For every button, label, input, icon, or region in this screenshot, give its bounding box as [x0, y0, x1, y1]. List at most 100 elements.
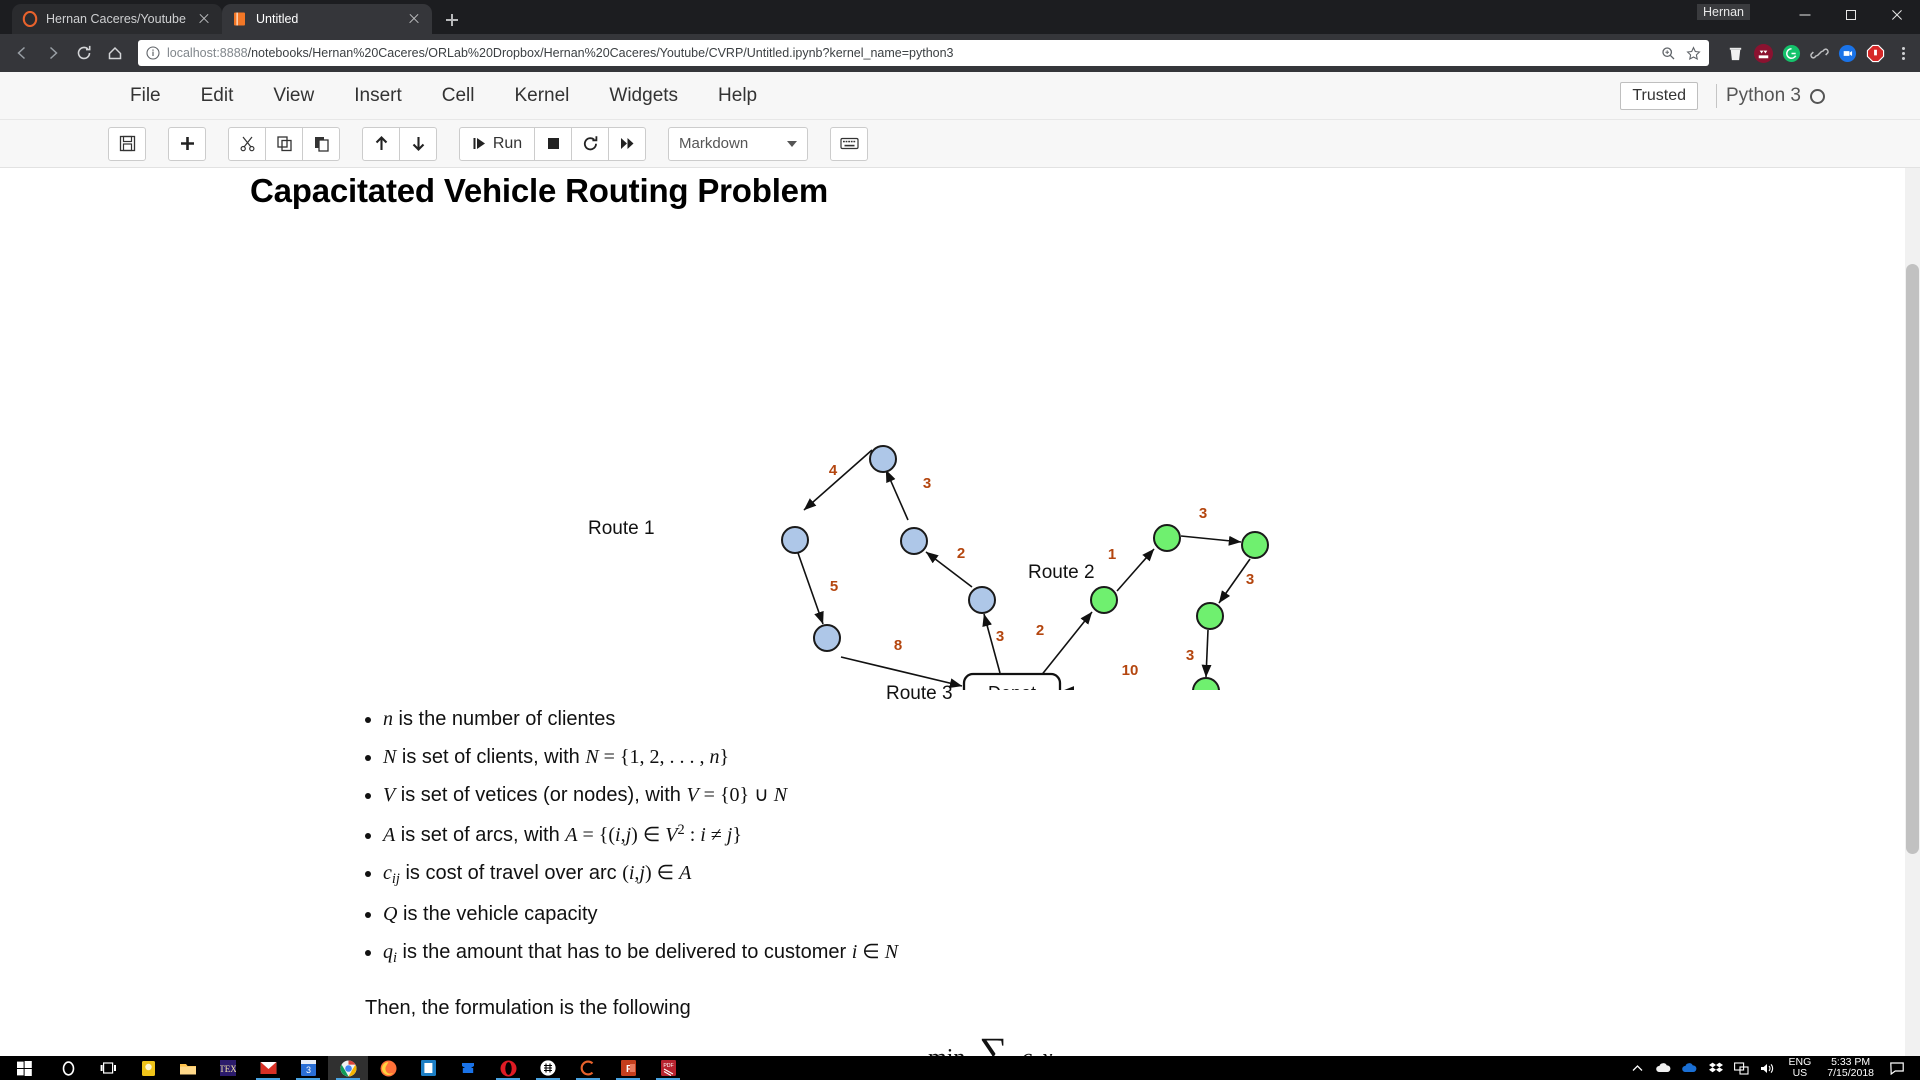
- menu-widgets[interactable]: Widgets: [589, 81, 698, 111]
- run-button[interactable]: Run: [459, 126, 535, 161]
- forward-button[interactable]: [39, 39, 67, 67]
- definitions-list: n is the number of clientes N is set of …: [100, 690, 1830, 966]
- minimize-button[interactable]: [1782, 0, 1828, 30]
- edge-label-b2-b5: 5: [830, 578, 838, 595]
- windows-start-icon[interactable]: [0, 1056, 48, 1080]
- node-b5: [813, 624, 841, 652]
- kernel-indicator[interactable]: Python 3: [1716, 84, 1825, 108]
- add-cell-button[interactable]: [168, 126, 206, 161]
- toolbar-group-insert: [168, 126, 206, 161]
- task-view-icon[interactable]: [88, 1056, 128, 1080]
- menu-help[interactable]: Help: [698, 81, 777, 111]
- toolbar-group-run: Run: [459, 126, 646, 161]
- clock-date: 7/15/2018: [1827, 1067, 1874, 1079]
- symbol-qi: qi: [383, 940, 397, 966]
- taskbar-app-chrome[interactable]: [328, 1056, 368, 1080]
- cortana-search-icon[interactable]: [48, 1056, 88, 1080]
- network-icon[interactable]: [1729, 1056, 1755, 1080]
- formula-operator: min: [928, 1045, 965, 1056]
- node-b2: [781, 526, 809, 554]
- taskbar-app-latex[interactable]: TEX: [208, 1056, 248, 1080]
- system-tray: ENG US 5:33 PM 7/15/2018: [1625, 1056, 1920, 1080]
- jupyter-notebook-page: File Edit View Insert Cell Kernel Widget…: [0, 72, 1920, 1056]
- onedrive-blue-icon[interactable]: [1677, 1056, 1703, 1080]
- definition-item-Q: Q is the vehicle capacity: [383, 903, 1830, 926]
- dropbox-tray-icon[interactable]: [1703, 1056, 1729, 1080]
- taskbar-app-opera[interactable]: [488, 1056, 528, 1080]
- restart-kernel-button[interactable]: [571, 126, 609, 161]
- markdown-cell[interactable]: Capacitated Vehicle Routing Problem 4 3 …: [100, 168, 1830, 1056]
- taskbar-app-file-explorer[interactable]: [168, 1056, 208, 1080]
- opera-icon: [22, 11, 38, 27]
- definition-text-qi: is the amount that has to be delivered t…: [397, 940, 852, 963]
- zoom-search-icon[interactable]: [1661, 46, 1676, 61]
- edge-g2-g1: [1116, 548, 1155, 592]
- taskbar-app-browser-c[interactable]: [568, 1056, 608, 1080]
- menu-kernel[interactable]: Kernel: [494, 81, 589, 111]
- command-palette-button[interactable]: [830, 126, 868, 161]
- home-button[interactable]: [101, 39, 129, 67]
- maximize-button[interactable]: [1828, 0, 1874, 30]
- link-extension-icon[interactable]: [1810, 44, 1829, 63]
- browser-tab-1[interactable]: Hernan Caceres/Youtube: [12, 4, 222, 34]
- taskbar-app-gmail[interactable]: [248, 1056, 288, 1080]
- kernel-idle-icon: [1810, 88, 1825, 104]
- taskbar-app-dropbox[interactable]: [448, 1056, 488, 1080]
- definition-text-n: is the number of clientes: [393, 708, 616, 730]
- reload-button[interactable]: [70, 39, 98, 67]
- paste-button[interactable]: [302, 126, 340, 161]
- edge-label-g2-g1: 1: [1108, 546, 1116, 563]
- scrollbar-thumb[interactable]: [1906, 264, 1919, 854]
- taskbar-app-onenote[interactable]: [408, 1056, 448, 1080]
- menu-insert[interactable]: Insert: [334, 81, 422, 111]
- move-cell-up-button[interactable]: [362, 126, 400, 161]
- address-bar[interactable]: localhost:8888/notebooks/Hernan%20Cacere…: [138, 40, 1709, 66]
- back-button[interactable]: [8, 39, 36, 67]
- taskbar-app-firefox[interactable]: [368, 1056, 408, 1080]
- clock[interactable]: 5:33 PM 7/15/2018: [1819, 1057, 1882, 1079]
- taskbar-app-powerpoint[interactable]: P: [608, 1056, 648, 1080]
- grammarly-icon[interactable]: [1782, 44, 1801, 63]
- volume-icon[interactable]: [1755, 1056, 1781, 1080]
- copy-button[interactable]: [265, 126, 303, 161]
- definition-item-N: N is set of clients, with N = {1, 2, . .…: [383, 746, 1830, 769]
- extension-icons: [1718, 42, 1912, 64]
- adblock-icon[interactable]: [1866, 44, 1885, 63]
- maroon-extension-icon[interactable]: [1754, 43, 1773, 63]
- save-button[interactable]: [108, 126, 146, 161]
- cut-button[interactable]: [228, 126, 266, 161]
- trash-extension-icon[interactable]: [1726, 44, 1745, 63]
- show-hidden-icons[interactable]: [1625, 1056, 1651, 1080]
- run-button-label: Run: [492, 134, 523, 152]
- taskbar-app-notepad[interactable]: [128, 1056, 168, 1080]
- language-indicator[interactable]: ENG US: [1781, 1057, 1820, 1079]
- action-center-icon[interactable]: [1882, 1056, 1912, 1080]
- menu-cell[interactable]: Cell: [422, 81, 495, 111]
- interrupt-kernel-button[interactable]: [534, 126, 572, 161]
- kebab-menu-icon[interactable]: [1894, 42, 1912, 64]
- onedrive-white-icon[interactable]: [1651, 1056, 1677, 1080]
- node-b1: [869, 445, 897, 473]
- restart-run-all-button[interactable]: [608, 126, 646, 161]
- taskbar-app-pdf[interactable]: PDF: [648, 1056, 688, 1080]
- taskbar-app-calendar[interactable]: 3: [288, 1056, 328, 1080]
- star-icon[interactable]: [1686, 45, 1701, 61]
- menu-edit[interactable]: Edit: [181, 81, 254, 111]
- toolbar-group-palette: [830, 126, 868, 161]
- page-scrollbar[interactable]: [1905, 168, 1920, 1056]
- new-tab-button[interactable]: [438, 6, 466, 34]
- site-info-icon[interactable]: [146, 46, 160, 60]
- menu-file[interactable]: File: [110, 81, 181, 111]
- cell-type-select[interactable]: Markdown: [668, 126, 808, 161]
- edge-label-g5-depot: 10: [1122, 662, 1139, 679]
- browser-tab-2[interactable]: Untitled: [222, 4, 432, 34]
- move-cell-down-button[interactable]: [399, 126, 437, 161]
- trusted-badge[interactable]: Trusted: [1620, 82, 1698, 110]
- menu-view[interactable]: View: [253, 81, 334, 111]
- taskbar-app-sublime[interactable]: [528, 1056, 568, 1080]
- close-button[interactable]: [1874, 0, 1920, 30]
- cell-type-value: Markdown: [679, 135, 749, 152]
- tab-close-icon[interactable]: [406, 11, 422, 27]
- video-extension-icon[interactable]: [1838, 44, 1857, 63]
- tab-close-icon[interactable]: [196, 11, 212, 27]
